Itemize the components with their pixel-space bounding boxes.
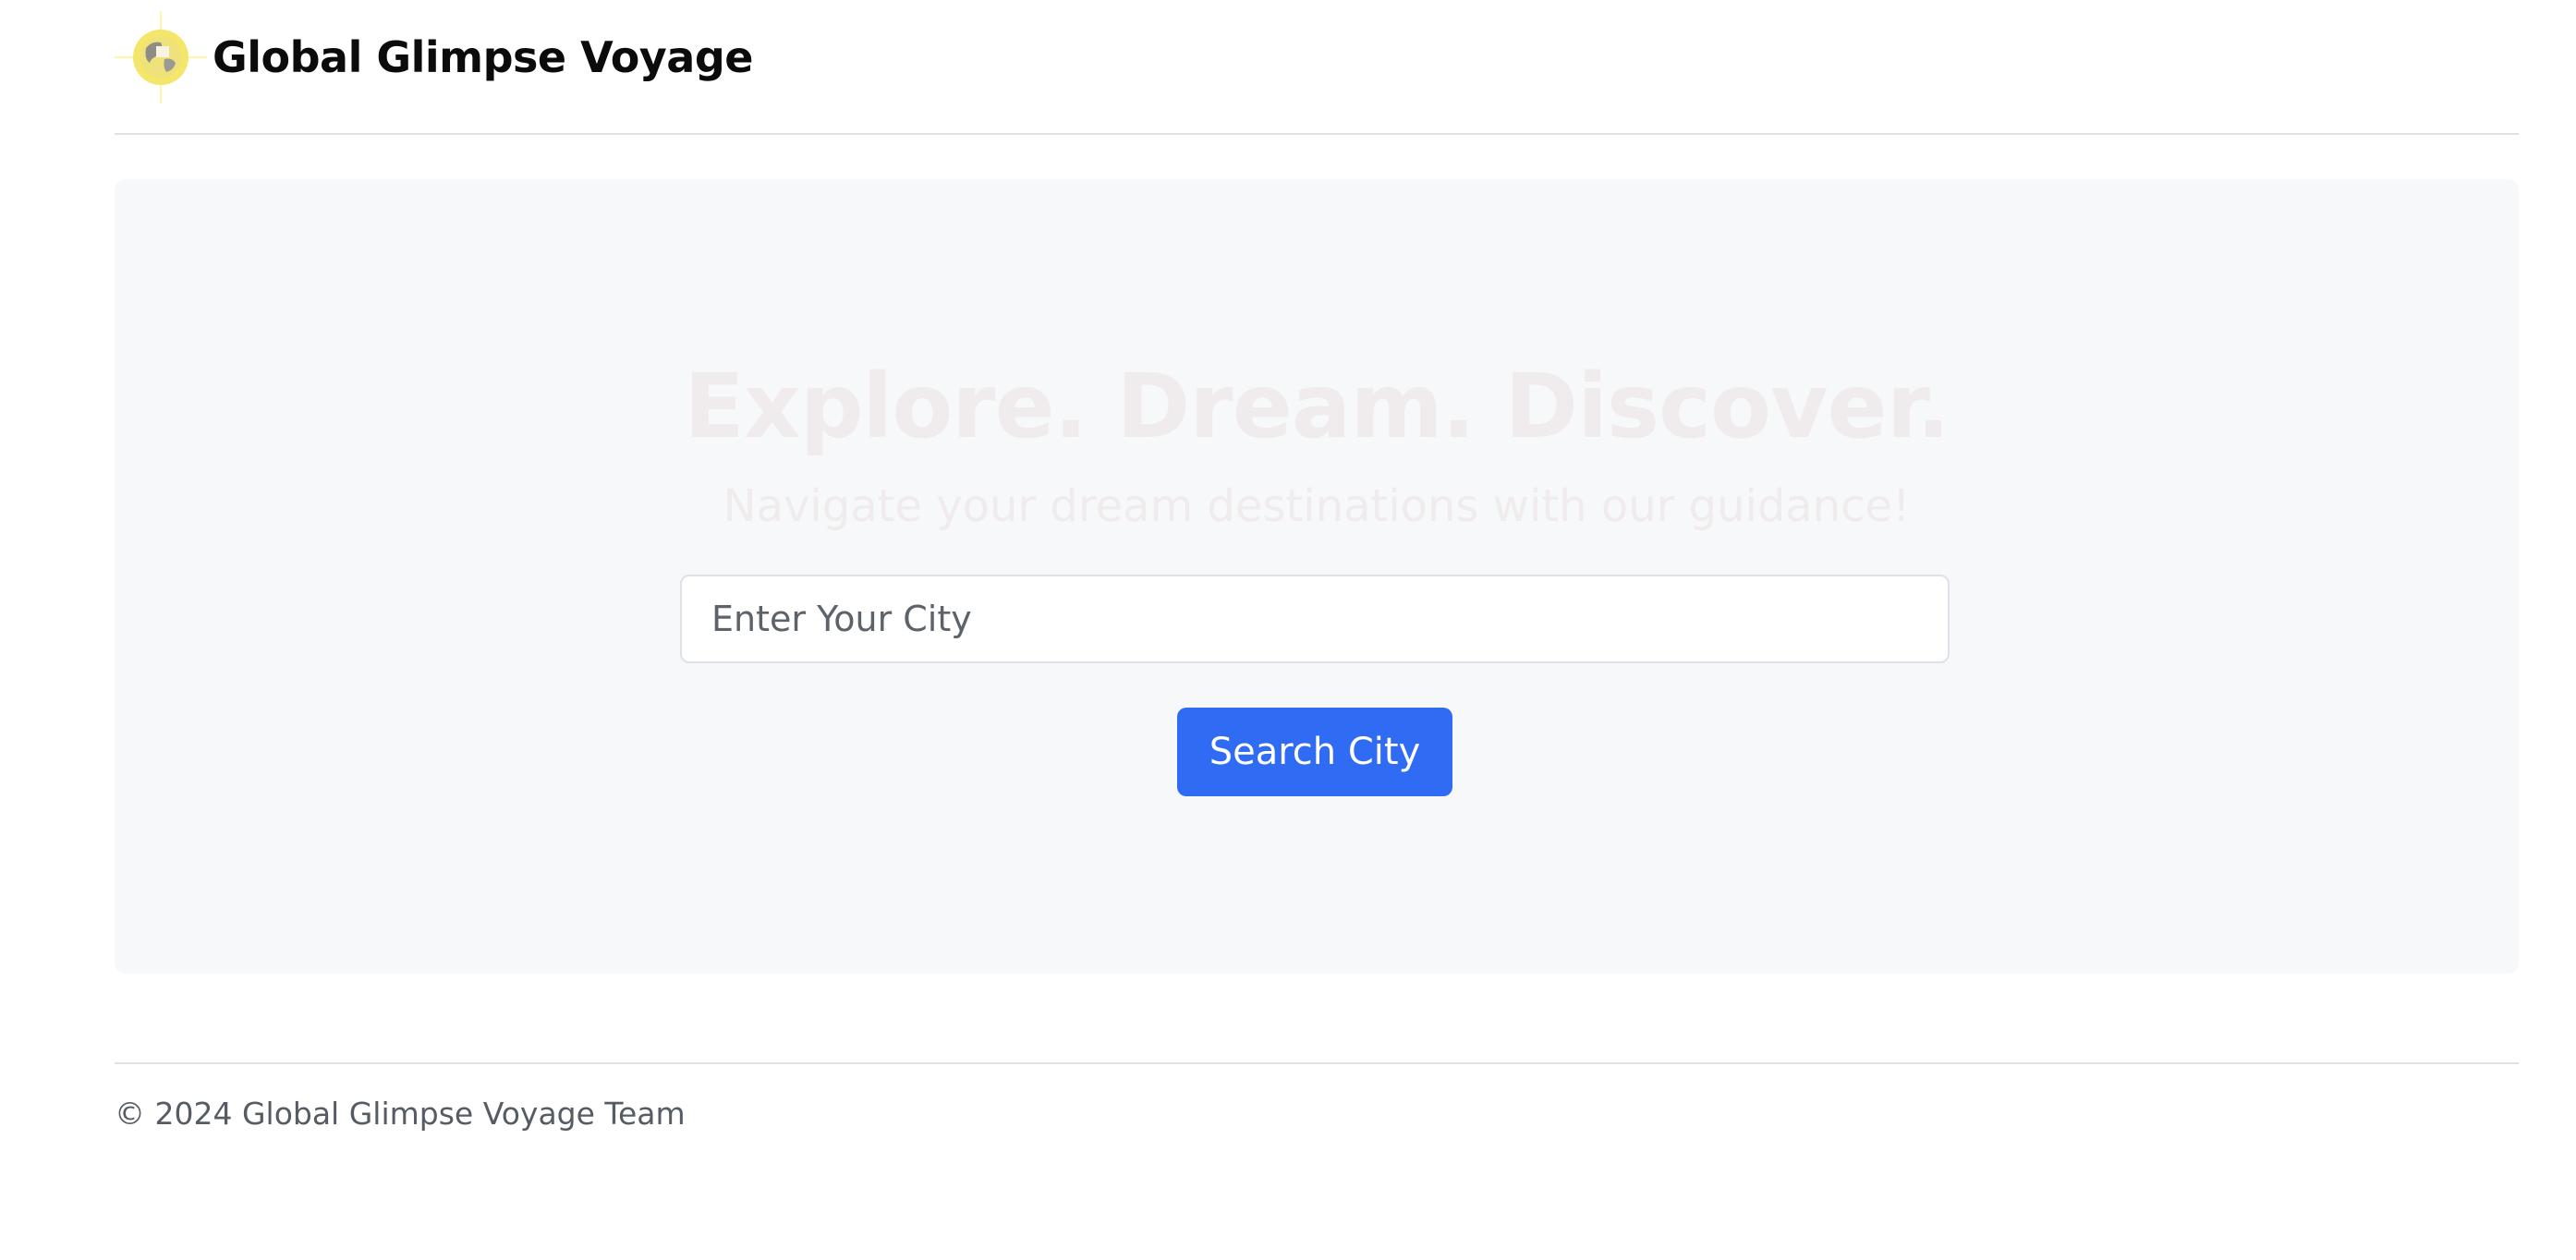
brand-name: Global Glimpse Voyage [213,32,753,82]
hero-subtitle: Navigate your dream destinations with ou… [723,480,1911,532]
hero-title: Explore. Dream. Discover. [684,355,1950,458]
search-city-button[interactable]: Search City [1177,708,1452,796]
brand[interactable]: Global Glimpse Voyage [115,11,753,103]
globe-logo-icon [115,11,207,103]
site-footer: © 2024 Global Glimpse Voyage Team [115,1062,2519,1132]
city-search-input[interactable] [680,575,1950,663]
site-header: Global Glimpse Voyage [115,0,2519,135]
footer-copyright: © 2024 Global Glimpse Voyage Team [115,1096,686,1132]
hero-section: Explore. Dream. Discover. Navigate your … [115,179,2519,974]
